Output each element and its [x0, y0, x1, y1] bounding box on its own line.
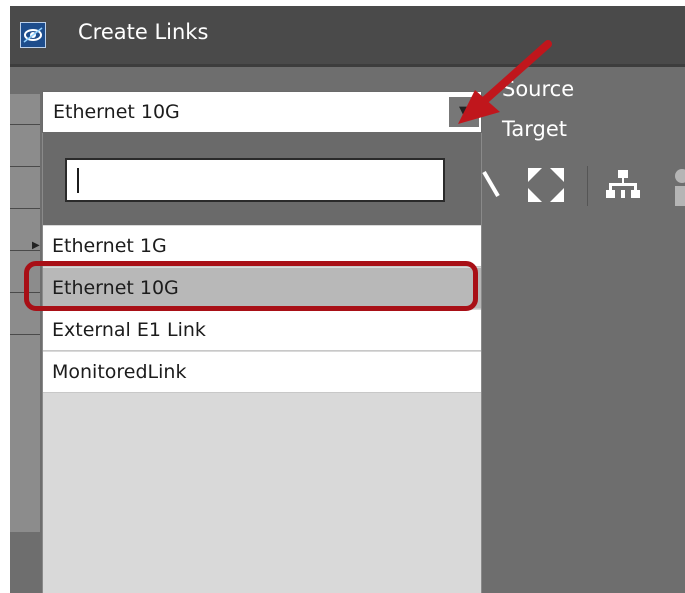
pointer-arrow-annotation: [458, 40, 552, 124]
